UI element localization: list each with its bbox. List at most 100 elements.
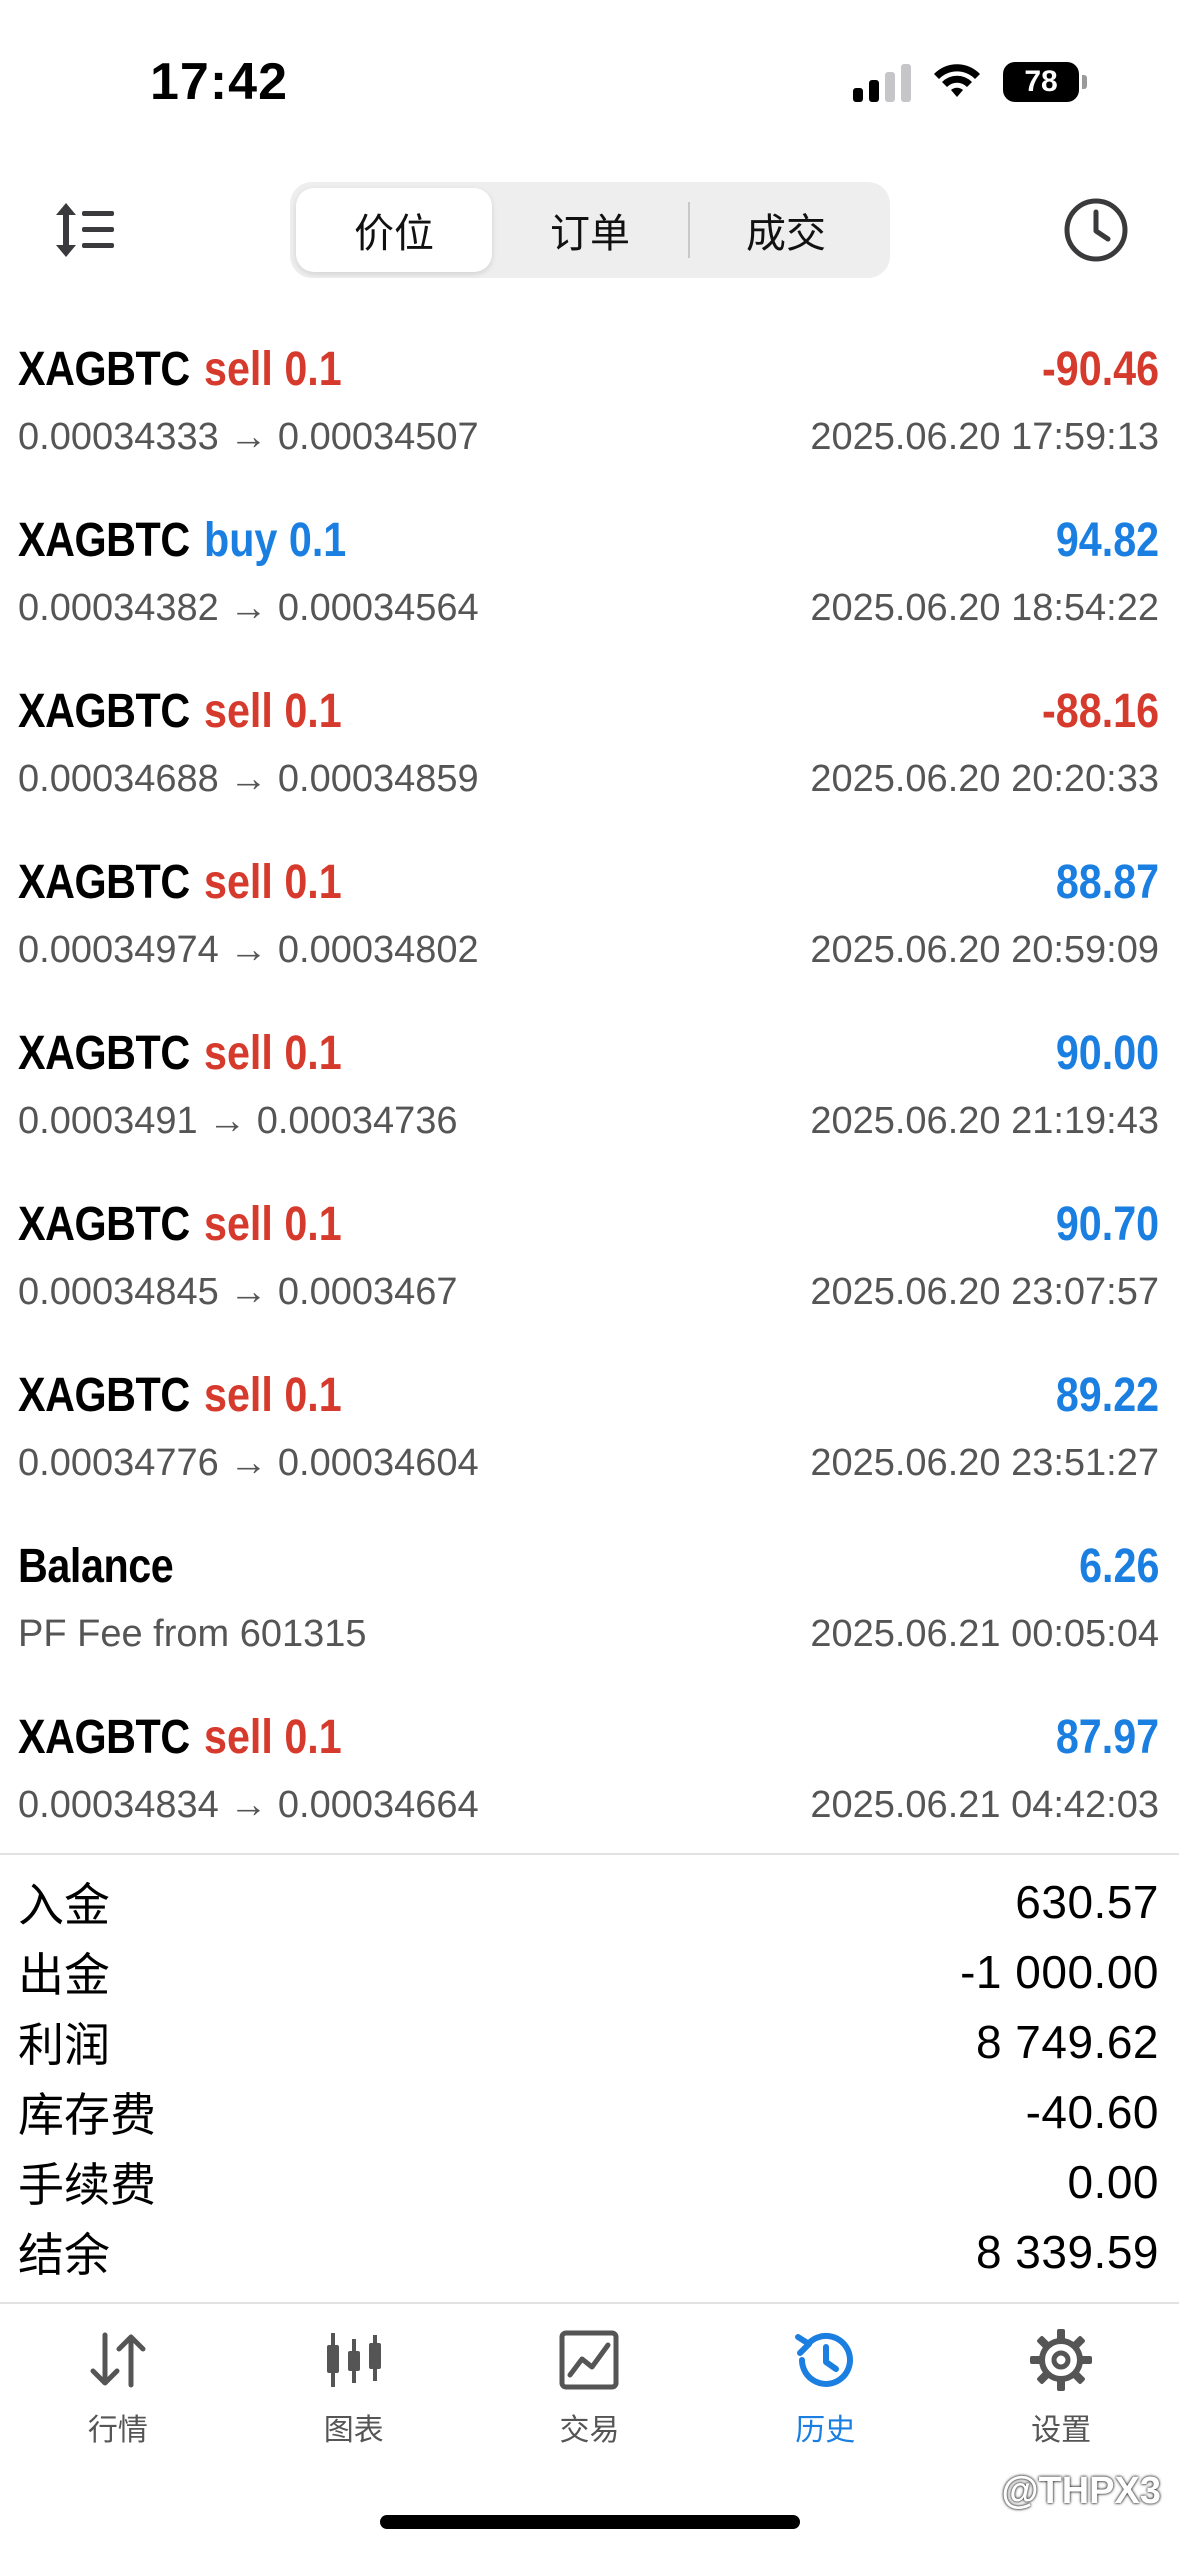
- summary-value: 630.57: [1015, 1876, 1159, 1928]
- trade-icon: [559, 2330, 619, 2390]
- deal-side: sell 0.1: [204, 1026, 342, 1080]
- tab-quotes[interactable]: 行情: [0, 2305, 236, 2455]
- settings-icon: [1030, 2329, 1093, 2391]
- deal-details: 0.0003491 → 0.00034736 2025.06.20 21:19:4…: [18, 1096, 1159, 1146]
- deal-side: sell 0.1: [204, 684, 342, 738]
- summary-value: -1 000.00: [960, 1946, 1159, 1998]
- tab-label: 交易: [559, 2414, 620, 2447]
- summary-row: 出金 -1 000.00: [0, 1937, 1179, 2007]
- deal-profit: -90.46: [1041, 342, 1159, 396]
- deal-header: XAGBTC sell 0.1 89.22: [18, 1364, 1159, 1426]
- deal-header: XAGBTC sell 0.1 87.97: [18, 1706, 1159, 1768]
- tab-history[interactable]: 历史: [707, 2305, 943, 2455]
- deal-row[interactable]: XAGBTC sell 0.1 87.97 0.00034834 → 0.00034…: [0, 1678, 1179, 1849]
- summary-label: 出金: [18, 1949, 110, 2001]
- deal-row[interactable]: XAGBTC sell 0.1 90.00 0.0003491 → 0.000347…: [0, 994, 1179, 1165]
- deal-time: 2025.06.20 23:51:27: [810, 1441, 1159, 1484]
- deal-row[interactable]: XAGBTC sell 0.1 90.70 0.00034845 → 0.00034…: [0, 1165, 1179, 1336]
- tab-trade[interactable]: 交易: [472, 2305, 708, 2455]
- deal-prices: 0.00034688 → 0.00034859: [18, 757, 479, 800]
- deal-header: XAGBTC sell 0.1 88.87: [18, 851, 1159, 913]
- deal-details: 0.00034382 → 0.00034564 2025.06.20 18:54:…: [18, 583, 1159, 633]
- deal-time: 2025.06.20 17:59:13: [810, 415, 1159, 458]
- wifi-icon: [934, 64, 980, 97]
- summary-label: 库存费: [18, 2089, 156, 2141]
- tab-label: 历史: [795, 2414, 856, 2447]
- sort-icon[interactable]: [50, 195, 120, 265]
- deal-symbol: XAGBTC: [18, 1197, 190, 1251]
- deal-prices: 0.00034834 → 0.00034664: [18, 1783, 479, 1826]
- deal-prices: 0.00034776 → 0.00034604: [18, 1441, 479, 1484]
- segment-deals[interactable]: 成交: [688, 188, 884, 272]
- segmented-control: 价位 订单 成交: [290, 182, 890, 278]
- home-indicator[interactable]: [380, 2515, 800, 2529]
- deal-title: XAGBTC sell 0.1: [18, 1026, 364, 1081]
- deal-row[interactable]: XAGBTC sell 0.1 88.87 0.00034974 → 0.00034…: [0, 823, 1179, 994]
- deal-title: XAGBTC sell 0.1: [18, 855, 364, 910]
- deal-profit: 94.82: [1055, 513, 1159, 567]
- deal-row[interactable]: Balance 6.26 PF Fee from 601315 2025.06.21 …: [0, 1507, 1179, 1678]
- deal-symbol: XAGBTC: [18, 1026, 190, 1080]
- deal-details: 0.00034834 → 0.00034664 2025.06.21 04:42:…: [18, 1780, 1159, 1830]
- deal-row[interactable]: XAGBTC sell 0.1 89.22 0.00034776 → 0.00034…: [0, 1336, 1179, 1507]
- deal-row[interactable]: XAGBTC sell 0.1 -90.46 0.00034333 → 0.0003…: [0, 310, 1179, 481]
- summary-value: -40.60: [1025, 2086, 1159, 2138]
- quotes-icon: [90, 2332, 146, 2388]
- deal-title: XAGBTC sell 0.1: [18, 1368, 364, 1423]
- deal-time: 2025.06.20 23:07:57: [810, 1270, 1159, 1313]
- summary-label: 手续费: [18, 2159, 156, 2211]
- summary-label: 利润: [18, 2019, 110, 2071]
- divider: [0, 2302, 1179, 2304]
- deal-symbol: XAGBTC: [18, 855, 190, 909]
- deal-details: 0.00034974 → 0.00034802 2025.06.20 20:59:…: [18, 925, 1159, 975]
- deal-side: sell 0.1: [204, 1197, 342, 1251]
- deal-time: 2025.06.20 18:54:22: [810, 586, 1159, 629]
- deal-time: 2025.06.20 20:20:33: [810, 757, 1159, 800]
- summary-label: 结余: [18, 2229, 110, 2281]
- summary-row: 结余 8 339.59: [0, 2217, 1179, 2287]
- deal-details: PF Fee from 601315 2025.06.21 00:05:04: [18, 1609, 1159, 1659]
- deal-title: XAGBTC buy 0.1: [18, 513, 370, 568]
- deal-title: XAGBTC sell 0.1: [18, 1710, 364, 1765]
- summary-row: 入金 630.57: [0, 1867, 1179, 1937]
- deal-side: buy 0.1: [204, 513, 347, 567]
- tab-settings[interactable]: 设置: [943, 2305, 1179, 2455]
- deal-profit: 89.22: [1055, 1368, 1159, 1422]
- top-toolbar: 价位 订单 成交: [0, 170, 1179, 290]
- deal-prices: 0.00034333 → 0.00034507: [18, 415, 479, 458]
- segment-price[interactable]: 价位: [296, 188, 492, 272]
- tab-label: 图表: [323, 2414, 384, 2447]
- deal-row[interactable]: XAGBTC buy 0.1 94.82 0.00034382 → 0.000345…: [0, 481, 1179, 652]
- deal-details: 0.00034333 → 0.00034507 2025.06.20 17:59:…: [18, 412, 1159, 462]
- deal-row[interactable]: XAGBTC sell 0.1 -88.16 0.00034688 → 0.0003…: [0, 652, 1179, 823]
- summary-value: 8 749.62: [975, 2016, 1159, 2068]
- deal-prices: 0.00034974 → 0.00034802: [18, 928, 479, 971]
- deal-profit: 90.70: [1055, 1197, 1159, 1251]
- summary-panel: 入金 630.57 出金 -1 000.00 利润 8 749.62 库存费 -40.60 手续…: [0, 1853, 1179, 2287]
- status-bar: 17:42 78: [0, 0, 1179, 160]
- deal-profit: 88.87: [1055, 855, 1159, 909]
- deal-side: sell 0.1: [204, 342, 342, 396]
- deal-details: 0.00034688 → 0.00034859 2025.06.20 20:20:…: [18, 754, 1159, 804]
- clock-icon[interactable]: [1058, 192, 1134, 268]
- deal-prices: 0.00034845 → 0.0003467: [18, 1270, 458, 1313]
- deal-time: 2025.06.21 04:42:03: [810, 1783, 1159, 1826]
- deal-time: 2025.06.21 00:05:04: [810, 1612, 1159, 1655]
- segment-orders[interactable]: 订单: [492, 188, 688, 272]
- summary-row: 库存费 -40.60: [0, 2077, 1179, 2147]
- deal-profit: -88.16: [1041, 684, 1159, 738]
- deal-header: XAGBTC sell 0.1 -88.16: [18, 680, 1159, 742]
- deal-time: 2025.06.20 21:19:43: [810, 1099, 1159, 1142]
- cellular-signal-icon: [853, 62, 911, 102]
- deal-title: Balance: [18, 1539, 199, 1594]
- deal-side: sell 0.1: [204, 855, 342, 909]
- deal-symbol: XAGBTC: [18, 342, 190, 396]
- deal-header: XAGBTC sell 0.1 90.70: [18, 1193, 1159, 1255]
- deal-time: 2025.06.20 20:59:09: [810, 928, 1159, 971]
- deal-list: XAGBTC sell 0.1 -90.46 0.00034333 → 0.0003…: [0, 310, 1179, 1849]
- deal-header: XAGBTC buy 0.1 94.82: [18, 509, 1159, 571]
- tab-chart[interactable]: 图表: [236, 2305, 472, 2455]
- history-icon: [795, 2332, 854, 2387]
- deal-symbol: XAGBTC: [18, 684, 190, 738]
- deal-title: XAGBTC sell 0.1: [18, 684, 364, 739]
